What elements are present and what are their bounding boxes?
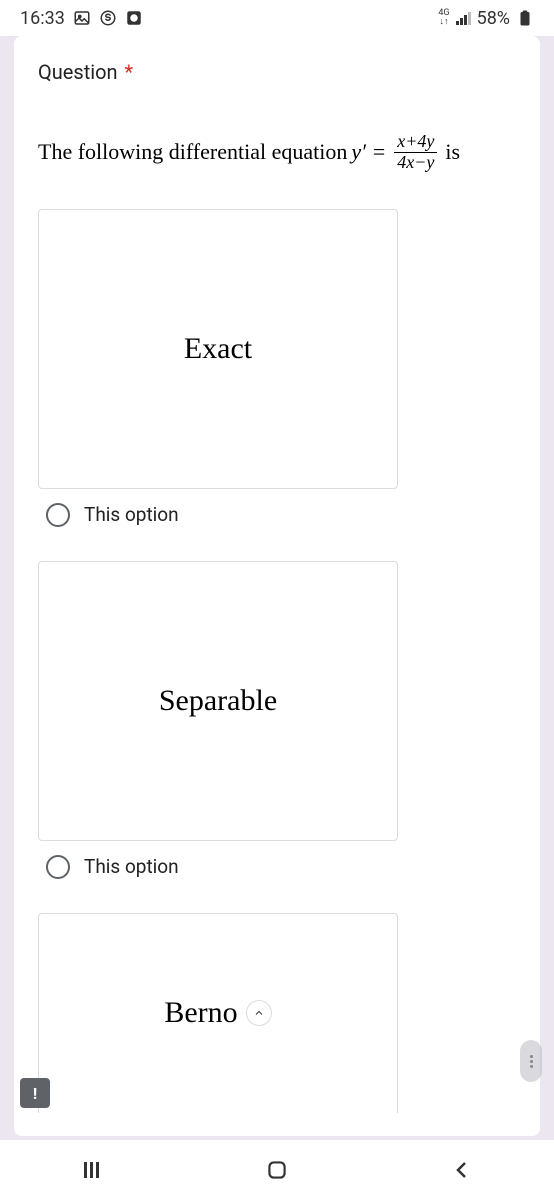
- battery-percent: 58%: [477, 8, 510, 29]
- home-button[interactable]: [247, 1150, 307, 1190]
- navigation-bar: [0, 1140, 554, 1200]
- equation-prefix: The following differential equation: [38, 139, 347, 165]
- network-type-icon: 4G ↓↑: [438, 9, 449, 27]
- equation-text: The following differential equation y′ =…: [38, 132, 516, 173]
- circle-s-icon: [99, 9, 117, 27]
- question-label: Question *: [38, 60, 516, 84]
- exclamation-icon: !: [33, 1084, 37, 1103]
- equation-fraction: x+4y 4x−y: [394, 132, 437, 173]
- question-label-text: Question: [38, 60, 118, 84]
- option-text: Exact: [184, 332, 252, 366]
- option-text-wrapper: Berno: [164, 996, 271, 1030]
- option-text: Berno: [164, 996, 237, 1030]
- image-icon: [73, 9, 91, 27]
- required-indicator: *: [125, 60, 134, 84]
- equation-suffix: is: [445, 139, 460, 165]
- caret-up-icon: [246, 1000, 272, 1026]
- equation-var: y′ =: [351, 139, 386, 165]
- report-problem-button[interactable]: !: [20, 1078, 50, 1108]
- status-left: 16:33: [20, 8, 143, 29]
- option-radio-row[interactable]: This option: [38, 855, 516, 879]
- scroll-handle[interactable]: [520, 1040, 542, 1082]
- radio-icon[interactable]: [46, 855, 70, 879]
- option-card-separable[interactable]: Separable: [38, 561, 398, 841]
- fraction-numerator: x+4y: [394, 132, 437, 153]
- recents-button[interactable]: [62, 1150, 122, 1190]
- option-text: Separable: [159, 684, 277, 718]
- option-card-berno[interactable]: Berno: [38, 913, 398, 1113]
- fraction-denominator: 4x−y: [394, 153, 437, 173]
- signal-bars-icon: [456, 11, 471, 25]
- option-radio-label: This option: [84, 855, 179, 878]
- option-radio-label: This option: [84, 503, 179, 526]
- radio-icon[interactable]: [46, 503, 70, 527]
- status-bar: 16:33 4G ↓↑ 58%: [0, 0, 554, 36]
- app-icon: [125, 9, 143, 27]
- status-time: 16:33: [20, 8, 65, 29]
- status-right: 4G ↓↑ 58%: [438, 8, 534, 29]
- battery-icon: [516, 9, 534, 27]
- back-button[interactable]: [432, 1150, 492, 1190]
- question-card: Question * The following differential eq…: [14, 36, 540, 1136]
- option-radio-row[interactable]: This option: [38, 503, 516, 527]
- option-card-exact[interactable]: Exact: [38, 209, 398, 489]
